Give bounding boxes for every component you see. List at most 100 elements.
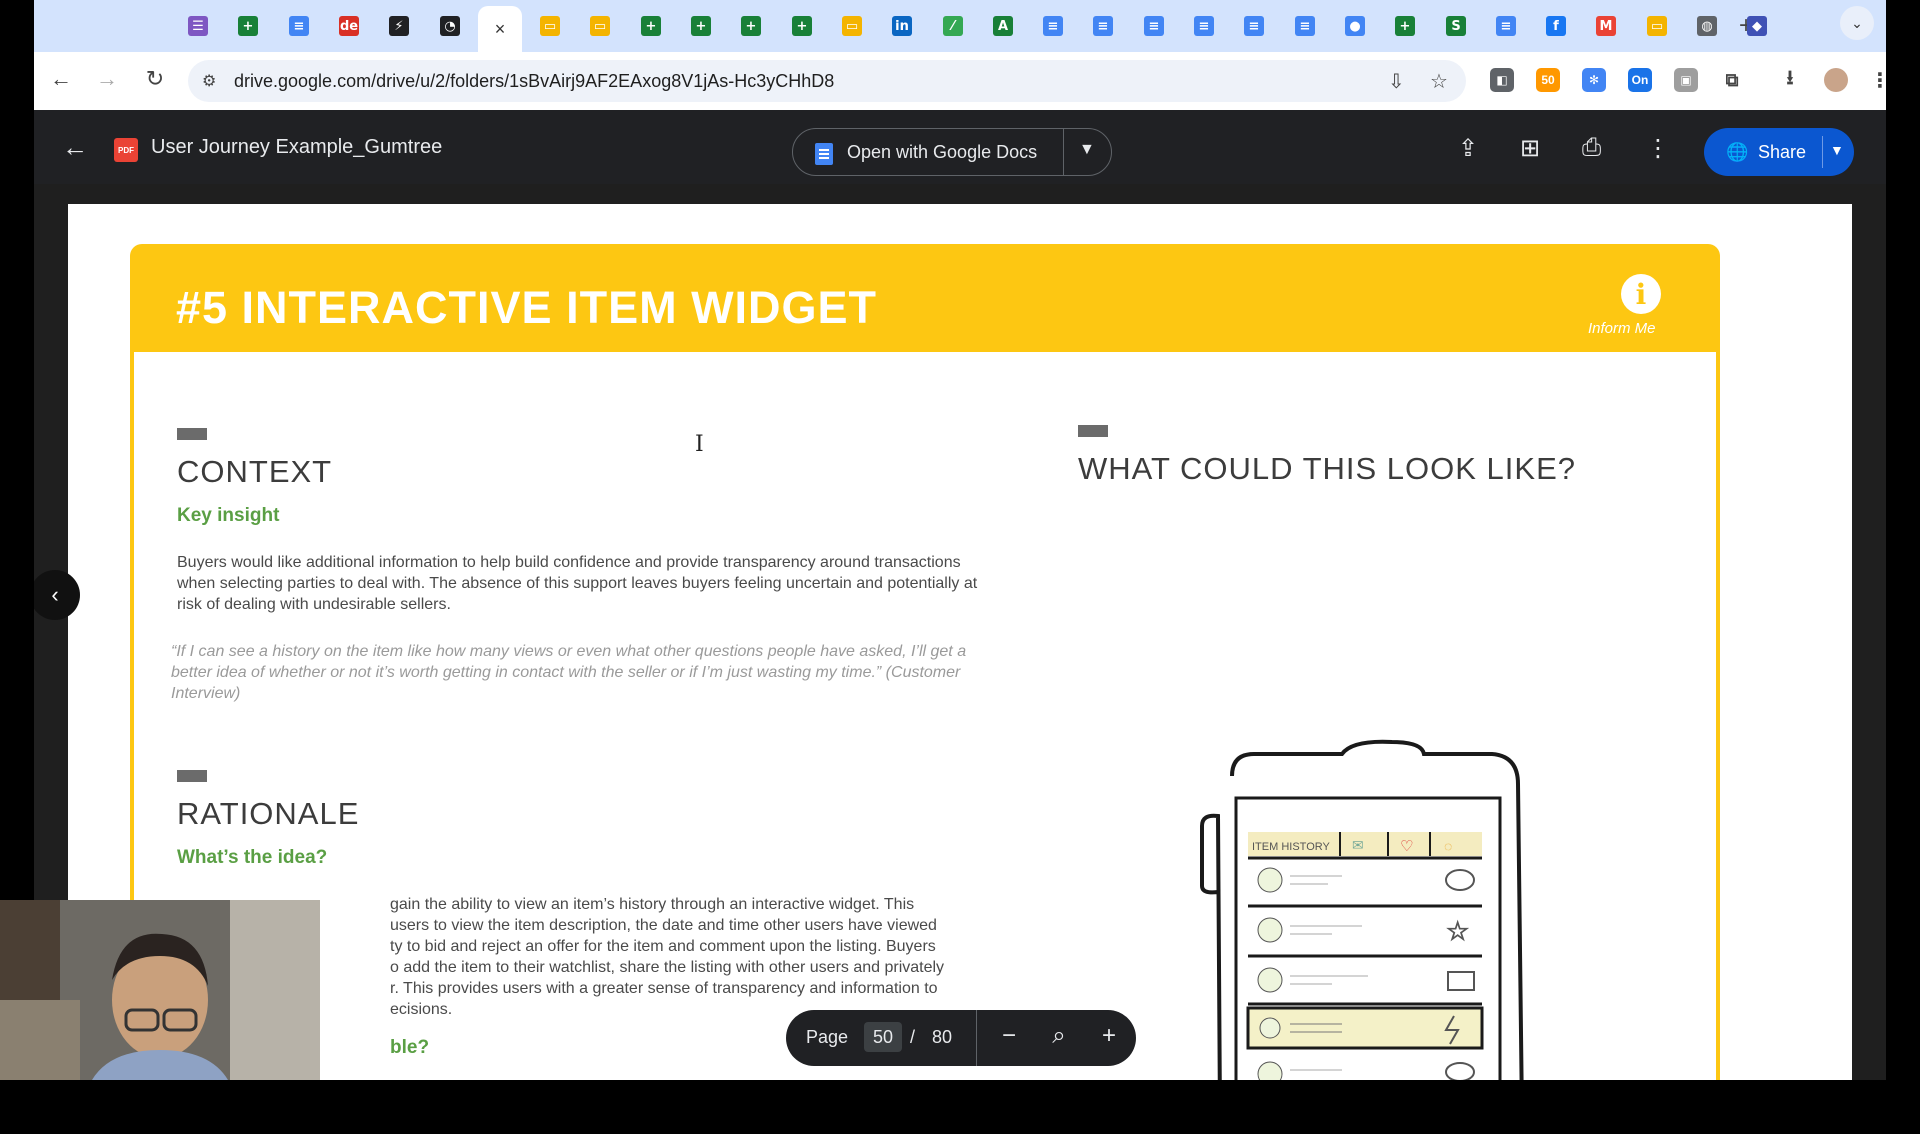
open-with-dropdown-icon[interactable]: ▼ bbox=[1079, 141, 1095, 159]
address-bar[interactable]: ⚙ drive.google.com/drive/u/2/folders/1sB… bbox=[188, 60, 1466, 102]
browser-tab[interactable]: ≡ bbox=[1186, 10, 1222, 42]
browser-tab[interactable]: M bbox=[1588, 10, 1624, 42]
bookmark-star-icon[interactable]: ☆ bbox=[1430, 69, 1448, 94]
browser-tab[interactable]: ◆ bbox=[1739, 10, 1775, 42]
rationale-line: r. This provides users with a greater se… bbox=[390, 980, 938, 997]
extension-on-icon[interactable]: On bbox=[1628, 68, 1652, 92]
browser-tab[interactable]: ⚡ bbox=[381, 10, 417, 42]
browser-tab[interactable]: ≡ bbox=[1085, 10, 1121, 42]
browser-tab[interactable]: ≡ bbox=[1136, 10, 1172, 42]
profile-avatar[interactable] bbox=[1824, 68, 1848, 92]
docs-icon: ≡ bbox=[1496, 16, 1516, 36]
key-insight-heading: Key insight bbox=[177, 505, 280, 526]
globe-icon: ◍ bbox=[1697, 16, 1717, 36]
browser-tab[interactable]: A bbox=[985, 10, 1021, 42]
browser-tab[interactable]: ⁄ bbox=[935, 10, 971, 42]
browser-tab[interactable]: × bbox=[478, 6, 522, 52]
open-with-google-docs-button[interactable]: Open with Google Docs ▼ bbox=[792, 128, 1112, 176]
share-button[interactable]: 🌐 Share ▼ bbox=[1704, 128, 1854, 176]
clock-icon: ◔ bbox=[440, 16, 460, 36]
back-icon[interactable]: ← bbox=[46, 66, 76, 92]
open-with-label: Open with Google Docs bbox=[847, 142, 1038, 162]
browser-tab[interactable]: + bbox=[230, 10, 266, 42]
browser-tab[interactable]: S bbox=[1438, 10, 1474, 42]
info-label: Inform Me bbox=[1588, 320, 1656, 337]
extensions-puzzle-icon[interactable]: ⧉ bbox=[1720, 68, 1744, 92]
rationale-heading: RATIONALE bbox=[177, 796, 360, 831]
document-title: User Journey Example_Gumtree bbox=[151, 136, 443, 158]
page-separator: / bbox=[910, 1027, 916, 1047]
browser-tab[interactable]: ▭ bbox=[834, 10, 870, 42]
add-to-drive-icon[interactable]: ⇪ bbox=[1458, 134, 1478, 163]
next-heading-fragment: ble? bbox=[390, 1037, 430, 1058]
back-arrow-icon[interactable]: ← bbox=[62, 132, 88, 163]
extension-sparkle-icon[interactable]: ✻ bbox=[1582, 68, 1606, 92]
webcam-video bbox=[0, 900, 320, 1080]
forward-icon[interactable]: → bbox=[92, 66, 122, 92]
divider bbox=[1063, 129, 1064, 175]
cube-icon: ◆ bbox=[1747, 16, 1767, 36]
browser-tab[interactable]: ◔ bbox=[432, 10, 468, 42]
docs-icon: ≡ bbox=[1093, 16, 1113, 36]
browser-tab[interactable]: de bbox=[331, 10, 367, 42]
magnifier-icon[interactable]: ⌕ bbox=[1044, 1022, 1074, 1050]
screen: + ⌄ ☰ + ≡ de ⚡ ◔ × ▭ ▭ + + + + ▭ in ⁄ A ≡ ≡ ≡ ≡ ≡ ≡ ● + S ≡ f M ▭ ◍ ◆ ←… bbox=[0, 0, 1920, 1134]
section-marker bbox=[177, 428, 207, 440]
share-dropdown-icon[interactable]: ▼ bbox=[1830, 142, 1844, 158]
page-controls: Page 50 / 80 − ⌕ + bbox=[786, 1010, 1136, 1066]
extension-copy-icon[interactable]: ◧ bbox=[1490, 68, 1514, 92]
browser-tab[interactable]: ≡ bbox=[1287, 10, 1323, 42]
reload-icon[interactable]: ↻ bbox=[140, 66, 170, 92]
print-icon[interactable]: ⎙ bbox=[1582, 134, 1601, 162]
sketch-tab-label: ITEM HISTORY bbox=[1252, 841, 1330, 853]
slides-icon: ▭ bbox=[540, 16, 560, 36]
calendar-icon: ● bbox=[1345, 16, 1365, 36]
browser-tab[interactable]: ▭ bbox=[532, 10, 568, 42]
sketch-comment-icon: ◌ bbox=[1444, 838, 1452, 854]
zoom-out-icon[interactable]: − bbox=[994, 1022, 1024, 1050]
browser-tab[interactable]: ● bbox=[1337, 10, 1373, 42]
browser-tab[interactable]: ▭ bbox=[582, 10, 618, 42]
browser-tab[interactable]: f bbox=[1538, 10, 1574, 42]
browser-tab[interactable]: ◍ bbox=[1689, 10, 1725, 42]
more-actions-icon[interactable]: ⋮ bbox=[1646, 134, 1670, 163]
phone-sketch: ITEM HISTORY ✉ ♡ ◌ ☆ bbox=[1200, 739, 1524, 1080]
browser-tab[interactable]: ▭ bbox=[1639, 10, 1675, 42]
close-icon[interactable]: × bbox=[495, 19, 506, 40]
arrow-a-icon: A bbox=[993, 16, 1013, 36]
browser-tab[interactable]: + bbox=[633, 10, 669, 42]
section-marker bbox=[177, 770, 207, 782]
browser-tab[interactable]: ≡ bbox=[1035, 10, 1071, 42]
browser-tab[interactable]: ≡ bbox=[1236, 10, 1272, 42]
extension-50-icon[interactable]: 50 bbox=[1536, 68, 1560, 92]
browser-toolbar: ← → ↻ ⚙ drive.google.com/drive/u/2/folde… bbox=[34, 52, 1886, 110]
browser-tab[interactable]: in bbox=[884, 10, 920, 42]
zoom-in-icon[interactable]: + bbox=[1094, 1022, 1124, 1050]
extension-badge-icon[interactable]: ▣ bbox=[1674, 68, 1698, 92]
text-cursor-icon: I bbox=[695, 432, 704, 457]
sheets-icon: + bbox=[641, 16, 661, 36]
site-settings-icon[interactable]: ⚙ bbox=[202, 71, 216, 91]
look-like-heading: WHAT COULD THIS LOOK LIKE? bbox=[1078, 451, 1577, 486]
downloads-icon[interactable]: ⭳ bbox=[1778, 67, 1802, 92]
install-app-icon[interactable]: ⇩ bbox=[1388, 69, 1405, 94]
browser-tab[interactable]: ☰ bbox=[180, 10, 216, 42]
browser-tab[interactable]: + bbox=[1387, 10, 1423, 42]
browser-tab[interactable]: ≡ bbox=[281, 10, 317, 42]
page-number-input[interactable]: 50 bbox=[864, 1022, 902, 1052]
customer-quote: “If I can see a history on the item like… bbox=[171, 643, 967, 702]
docs-icon: ≡ bbox=[1043, 16, 1063, 36]
tab-search-button[interactable]: ⌄ bbox=[1840, 6, 1874, 40]
add-comment-icon[interactable]: ⊞ bbox=[1520, 134, 1540, 163]
browser-tab[interactable]: + bbox=[683, 10, 719, 42]
browser-menu-icon[interactable]: ⋮ bbox=[1868, 68, 1886, 92]
slides-icon: ▭ bbox=[590, 16, 610, 36]
globe-icon: 🌐 bbox=[1726, 142, 1749, 162]
linkedin-icon: in bbox=[892, 16, 912, 36]
browser-tab[interactable]: + bbox=[733, 10, 769, 42]
browser-tab[interactable]: + bbox=[784, 10, 820, 42]
tab-strip: + ⌄ ☰ + ≡ de ⚡ ◔ × ▭ ▭ + + + + ▭ in ⁄ A ≡ ≡ ≡ ≡ ≡ ≡ ● + S ≡ f M ▭ ◍ ◆ bbox=[34, 0, 1886, 52]
docs-icon: ≡ bbox=[289, 16, 309, 36]
browser-tab[interactable]: ≡ bbox=[1488, 10, 1524, 42]
slide-banner: #5 INTERACTIVE ITEM WIDGET i Inform Me bbox=[130, 244, 1720, 352]
